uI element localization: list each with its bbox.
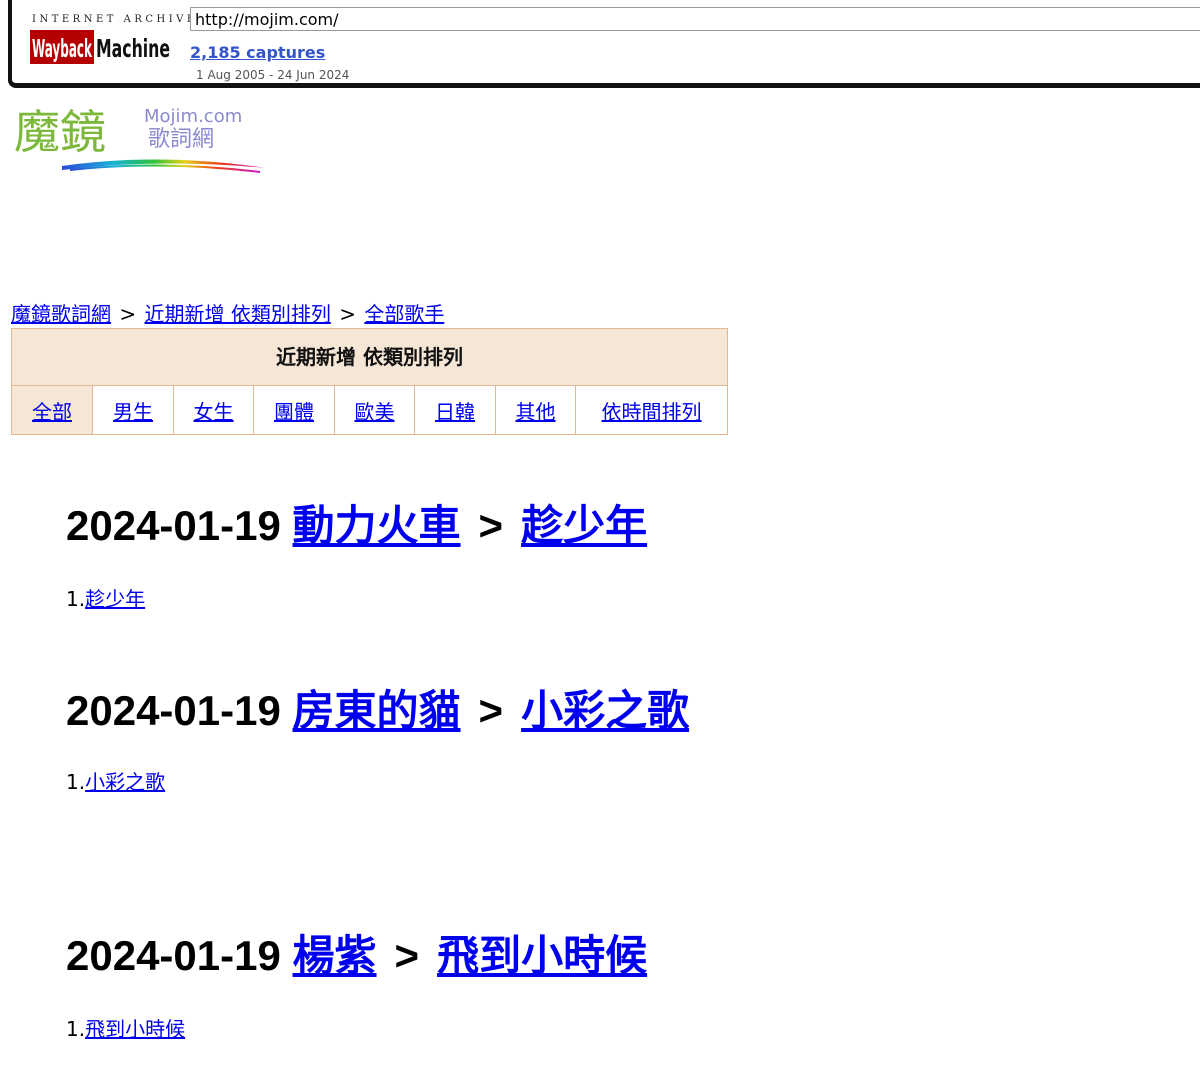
tab-western: 歐美 — [335, 386, 415, 434]
breadcrumb-separator: > — [119, 302, 137, 326]
song-link[interactable]: 趁少年 — [85, 587, 145, 611]
heading-separator: > — [478, 502, 504, 549]
category-table: 近期新增 依類別排列 全部 男生 女生 團體 歐美 日韓 其他 依時間排列 — [11, 328, 728, 435]
heading-separator: > — [394, 932, 420, 979]
svg-text:Mojim.com: Mojim.com — [144, 106, 242, 127]
artist-link[interactable]: 楊紫 — [293, 932, 377, 979]
tab-japan-korea-link[interactable]: 日韓 — [435, 396, 475, 425]
breadcrumb-section-link[interactable]: 近期新增 依類別排列 — [144, 302, 330, 326]
tab-all: 全部 — [12, 386, 93, 434]
album-link[interactable]: 飛到小時候 — [437, 932, 647, 979]
release-heading: 2024-01-19 楊紫 > 飛到小時候 — [66, 925, 726, 987]
capture-date-range: 1 Aug 2005 - 24 Jun 2024 — [196, 68, 350, 82]
artist-link[interactable]: 房東的貓 — [293, 687, 461, 734]
release-date: 2024-01-19 — [66, 932, 281, 979]
category-table-title: 近期新增 依類別排列 — [12, 329, 727, 386]
breadcrumb-home-link[interactable]: 魔鏡歌詞網 — [11, 302, 111, 326]
mojim-logo[interactable]: 魔鏡 Mojim.com 歌詞網 — [10, 100, 270, 176]
tab-female: 女生 — [174, 386, 254, 434]
tab-group-link[interactable]: 團體 — [274, 396, 314, 425]
internet-archive-label: INTERNET ARCHIVE — [32, 14, 198, 25]
svg-text:Wayback: Wayback — [32, 34, 93, 63]
release-entry: 2024-01-19 楊紫 > 飛到小時候 1.飛到小時候 — [66, 925, 726, 1042]
tab-male-link[interactable]: 男生 — [113, 396, 153, 425]
song-link[interactable]: 小彩之歌 — [85, 770, 165, 794]
wayback-url-input[interactable] — [190, 7, 1200, 31]
song-item: 1.飛到小時候 — [66, 1013, 726, 1042]
song-item: 1.趁少年 — [66, 583, 726, 612]
tab-japan-korea: 日韓 — [415, 386, 496, 434]
album-link[interactable]: 趁少年 — [521, 502, 647, 549]
tab-western-link[interactable]: 歐美 — [355, 396, 395, 425]
release-heading: 2024-01-19 房東的貓 > 小彩之歌 — [66, 680, 726, 742]
svg-text:Machine: Machine — [96, 34, 170, 63]
wayback-toolbar: INTERNET ARCHIVE Wayback Machine 2,185 c… — [8, 0, 1200, 88]
artist-link[interactable]: 動力火車 — [293, 502, 461, 549]
svg-text:歌詞網: 歌詞網 — [148, 127, 214, 152]
tab-by-time: 依時間排列 — [576, 386, 727, 434]
song-number: 1. — [66, 587, 86, 611]
tab-female-link[interactable]: 女生 — [194, 396, 234, 425]
heading-separator: > — [478, 687, 504, 734]
tab-male: 男生 — [93, 386, 174, 434]
tab-group: 團體 — [254, 386, 335, 434]
song-item: 1.小彩之歌 — [66, 766, 726, 795]
song-number: 1. — [66, 770, 86, 794]
release-entry: 2024-01-19 房東的貓 > 小彩之歌 1.小彩之歌 — [66, 680, 726, 795]
category-tabs: 全部 男生 女生 團體 歐美 日韓 其他 依時間排列 — [12, 386, 727, 434]
album-link[interactable]: 小彩之歌 — [521, 687, 689, 734]
release-entry: 2024-01-19 動力火車 > 趁少年 1.趁少年 — [66, 495, 726, 612]
breadcrumb: 魔鏡歌詞網 > 近期新增 依類別排列 > 全部歌手 — [11, 298, 444, 327]
release-date: 2024-01-19 — [66, 687, 281, 734]
wayback-machine-logo[interactable]: Wayback Machine — [30, 28, 172, 66]
breadcrumb-separator: > — [339, 302, 356, 326]
captures-link[interactable]: 2,185 captures — [190, 43, 325, 62]
release-date: 2024-01-19 — [66, 502, 281, 549]
song-number: 1. — [66, 1017, 86, 1041]
tab-other: 其他 — [496, 386, 576, 434]
svg-text:魔鏡: 魔鏡 — [14, 105, 106, 159]
breadcrumb-current-link[interactable]: 全部歌手 — [364, 302, 444, 326]
release-heading: 2024-01-19 動力火車 > 趁少年 — [66, 495, 726, 557]
tab-by-time-link[interactable]: 依時間排列 — [602, 396, 702, 425]
tab-other-link[interactable]: 其他 — [516, 396, 556, 425]
song-link[interactable]: 飛到小時候 — [85, 1017, 185, 1041]
tab-all-link[interactable]: 全部 — [32, 396, 72, 425]
